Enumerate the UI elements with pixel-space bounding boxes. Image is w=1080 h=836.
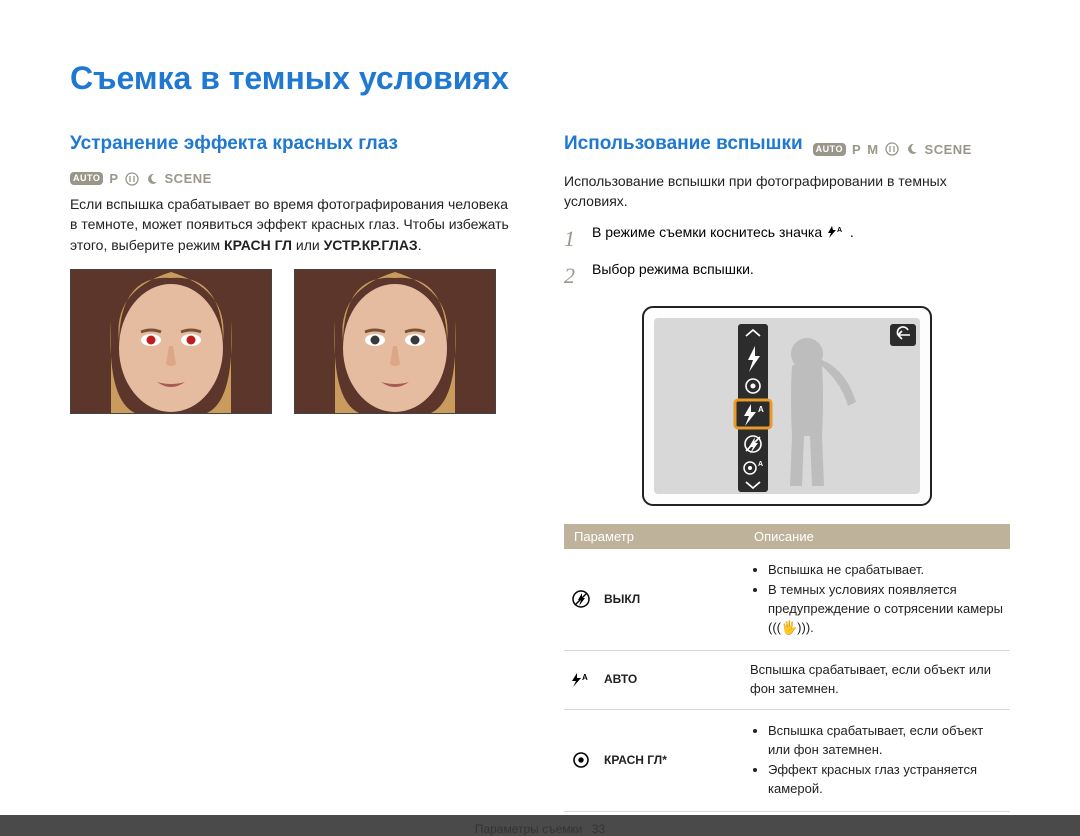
example-photo-row [70, 269, 516, 414]
step-2: 2 Выбор режима вспышки. [564, 259, 1010, 292]
example-photo-fixed-eyes [294, 269, 496, 414]
step-number: 1 [564, 222, 582, 255]
table-header-desc: Описание [744, 524, 1010, 549]
redeye-icon [570, 750, 592, 770]
section-heading-redeye: Устранение эффекта красных глаз [70, 133, 398, 155]
mode-icons-right: AUTO P M SCENE [813, 142, 972, 157]
example-photo-red-eyes [70, 269, 272, 414]
step-number: 2 [564, 259, 582, 292]
mode-auto-icon: AUTO [813, 143, 846, 156]
mode-m-icon: M [867, 142, 878, 157]
mode-dual-icon [125, 172, 139, 186]
mode-label-redfix: УСТР.КР.ГЛАЗ [324, 237, 418, 253]
content-columns: Устранение эффекта красных глаз AUTO P S… [70, 133, 1010, 812]
table-row: КРАСН ГЛ* Вспышка срабатывает, если объе… [564, 709, 1010, 811]
table-row: ВЫКЛ Вспышка не срабатывает. В темных ус… [564, 549, 1010, 651]
flash-intro-text: Использование вспышки при фотографирован… [564, 171, 1010, 212]
svg-text:A: A [582, 673, 588, 682]
steps-list: 1 В режиме съемки коснитесь значка A . 2… [564, 222, 1010, 292]
footer-section-label: Параметры съемки [475, 822, 583, 836]
page-footer: Параметры съемки 33 [70, 812, 1010, 836]
svg-text:A: A [837, 227, 842, 234]
mode-dual-icon [885, 142, 899, 156]
svg-text:A: A [758, 461, 763, 468]
mode-icons-left: AUTO P SCENE [70, 171, 516, 186]
flash-auto-icon: A [570, 672, 592, 688]
desc-text: Вспышка срабатывает, если объект или фон… [744, 650, 1010, 709]
step-1: 1 В режиме съемки коснитесь значка A . [564, 222, 1010, 255]
param-label: КРАСН ГЛ* [604, 752, 667, 769]
table-header-param: Параметр [564, 524, 744, 549]
desc-list: Вспышка не срабатывает. В темных условия… [750, 561, 1004, 638]
page-number: 33 [592, 822, 605, 836]
redeye-paragraph: Если вспышка срабатывает во время фотогр… [70, 194, 516, 255]
table-row: A АВТО Вспышка срабатывает, если объект … [564, 650, 1010, 709]
param-label: АВТО [604, 671, 637, 688]
mode-auto-icon: AUTO [70, 172, 103, 185]
mode-night-icon [145, 172, 159, 186]
flash-off-icon [570, 589, 592, 609]
flash-options-table: Параметр Описание ВЫКЛ [564, 524, 1010, 812]
param-label: ВЫКЛ [604, 591, 640, 608]
mode-p-icon: P [852, 142, 861, 157]
section-heading-flash: Использование вспышки [564, 133, 803, 155]
right-column: Использование вспышки AUTO P M SCENE Исп… [564, 133, 1010, 812]
mode-label-red: КРАСН ГЛ [224, 237, 292, 253]
mode-scene-icon: SCENE [925, 142, 972, 157]
page-title: Съемка в темных условиях [70, 60, 1010, 97]
svg-text:A: A [758, 405, 764, 414]
mode-night-icon [905, 142, 919, 156]
mode-p-icon: P [109, 171, 118, 186]
flash-auto-icon: A [826, 225, 846, 239]
left-column: Устранение эффекта красных глаз AUTO P S… [70, 133, 516, 812]
mode-scene-icon: SCENE [165, 171, 212, 186]
desc-list: Вспышка срабатывает, если объект или фон… [750, 722, 1004, 799]
manual-page: Съемка в темных условиях Устранение эффе… [0, 0, 1080, 815]
camera-display-mock: A A [642, 306, 932, 506]
